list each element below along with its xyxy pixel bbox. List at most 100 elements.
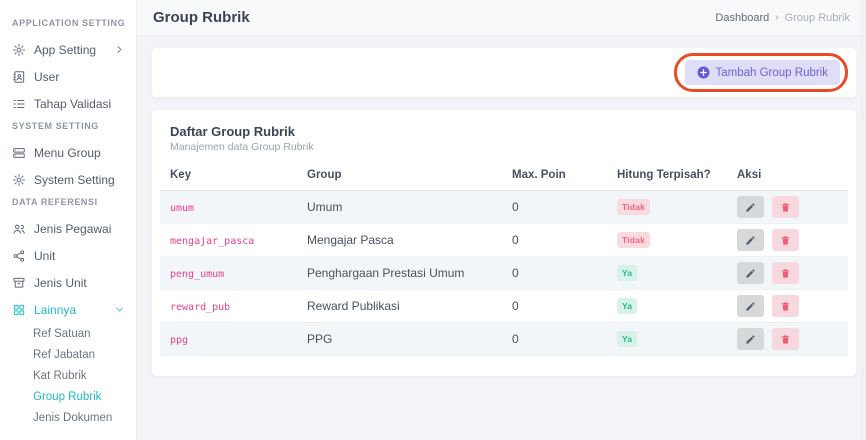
- edit-button[interactable]: [737, 295, 764, 317]
- address-book-icon: [12, 70, 27, 84]
- delete-button[interactable]: [772, 328, 799, 350]
- breadcrumb-dashboard-link[interactable]: Dashboard: [715, 12, 769, 24]
- row-key: umum: [170, 203, 194, 214]
- sidebar-item-app-setting[interactable]: App Setting: [0, 36, 136, 63]
- section-label-data-referensi: DATA REFERENSI: [0, 196, 136, 209]
- status-badge: Tidak: [617, 199, 650, 215]
- row-max-poin: 0: [502, 224, 607, 257]
- users-icon: [12, 222, 27, 236]
- sidebar-item-jenis-unit[interactable]: Jenis Unit: [0, 269, 136, 296]
- col-header-aksi: Aksi: [727, 163, 848, 191]
- trash-icon: [780, 235, 791, 246]
- row-max-poin: 0: [502, 191, 607, 224]
- sidebar-item-menu-group[interactable]: Menu Group: [0, 139, 136, 166]
- trash-icon: [780, 202, 791, 213]
- row-group: Reward Publikasi: [297, 290, 502, 323]
- table-header-row: Key Group Max. Poin Hitung Terpisah? Aks…: [160, 163, 848, 191]
- sidebar-item-system-setting[interactable]: System Setting: [0, 166, 136, 193]
- page-title: Group Rubrik: [153, 9, 250, 26]
- table-row: reward_pub Reward Publikasi 0 Ya: [160, 290, 848, 323]
- row-max-poin: 0: [502, 323, 607, 356]
- sidebar-item-label: Menu Group: [34, 146, 101, 160]
- plus-circle-icon: [697, 66, 710, 79]
- sidebar-item-label: App Setting: [34, 43, 96, 57]
- delete-button[interactable]: [772, 262, 799, 284]
- row-group: PPG: [297, 323, 502, 356]
- sidebar-item-label: Jenis Pegawai: [34, 222, 111, 236]
- content: Tambah Group Rubrik Daftar Group Rubrik …: [137, 36, 866, 390]
- row-max-poin: 0: [502, 257, 607, 290]
- archive-box-icon: [12, 276, 27, 290]
- toolbar-card: Tambah Group Rubrik: [152, 48, 856, 97]
- status-badge: Ya: [617, 265, 637, 281]
- edit-button[interactable]: [737, 196, 764, 218]
- gear-outline-icon: [12, 173, 27, 187]
- table-row: mengajar_pasca Mengajar Pasca 0 Tidak: [160, 224, 848, 257]
- group-rubrik-card: Daftar Group Rubrik Manajemen data Group…: [152, 110, 856, 376]
- pencil-icon: [745, 301, 756, 312]
- row-group: Umum: [297, 191, 502, 224]
- row-key: reward_pub: [170, 302, 230, 313]
- delete-button[interactable]: [772, 229, 799, 251]
- app-window: APPLICATION SETTING App Setting User Tah…: [0, 0, 866, 440]
- sidebar-subitem-jenis-dokumen[interactable]: Jenis Dokumen: [0, 407, 136, 428]
- group-rubrik-table: Key Group Max. Poin Hitung Terpisah? Aks…: [160, 163, 848, 356]
- delete-button[interactable]: [772, 295, 799, 317]
- sidebar: APPLICATION SETTING App Setting User Tah…: [0, 0, 137, 440]
- pencil-icon: [745, 202, 756, 213]
- delete-button[interactable]: [772, 196, 799, 218]
- trash-icon: [780, 334, 791, 345]
- sidebar-item-label: User: [34, 70, 59, 84]
- table-row: umum Umum 0 Tidak: [160, 191, 848, 224]
- section-label-system-setting: SYSTEM SETTING: [0, 120, 136, 133]
- row-max-poin: 0: [502, 290, 607, 323]
- share-nodes-icon: [12, 249, 27, 263]
- pencil-icon: [745, 235, 756, 246]
- breadcrumb: Dashboard › Group Rubrik: [715, 12, 850, 24]
- status-badge: Ya: [617, 331, 637, 347]
- sidebar-item-label: Jenis Unit: [34, 276, 87, 290]
- status-badge: Ya: [617, 298, 637, 314]
- sidebar-subitem-ref-satuan[interactable]: Ref Satuan: [0, 323, 136, 344]
- vertical-scrollbar[interactable]: [860, 0, 866, 440]
- chevron-right-icon: [115, 45, 124, 54]
- pencil-icon: [745, 268, 756, 279]
- card-title: Daftar Group Rubrik: [170, 124, 846, 139]
- sidebar-subitem-group-rubrik[interactable]: Group Rubrik: [0, 386, 136, 407]
- sidebar-item-lainnya[interactable]: Lainnya: [0, 296, 136, 323]
- topbar: Group Rubrik Dashboard › Group Rubrik: [137, 0, 866, 36]
- col-header-hitung-terpisah: Hitung Terpisah?: [607, 163, 727, 191]
- sidebar-item-label: System Setting: [34, 173, 115, 187]
- sidebar-item-label: Tahap Validasi: [34, 97, 111, 111]
- grid-icon: [12, 303, 27, 317]
- chevron-down-icon: [115, 305, 124, 314]
- edit-button[interactable]: [737, 328, 764, 350]
- gear-icon: [12, 43, 27, 57]
- row-group: Mengajar Pasca: [297, 224, 502, 257]
- add-button-label: Tambah Group Rubrik: [716, 67, 829, 79]
- sidebar-item-tahap-validasi[interactable]: Tahap Validasi: [0, 90, 136, 117]
- sidebar-item-user[interactable]: User: [0, 63, 136, 90]
- row-key: ppg: [170, 335, 188, 346]
- card-subtitle: Manajemen data Group Rubrik: [170, 141, 848, 153]
- tambah-group-rubrik-button[interactable]: Tambah Group Rubrik: [685, 60, 841, 85]
- col-header-group: Group: [297, 163, 502, 191]
- list-icon: [12, 97, 27, 111]
- status-badge: Tidak: [617, 232, 650, 248]
- sidebar-item-jenis-pegawai[interactable]: Jenis Pegawai: [0, 215, 136, 242]
- row-key: peng_umum: [170, 269, 224, 280]
- edit-button[interactable]: [737, 262, 764, 284]
- sidebar-subitem-kat-rubrik[interactable]: Kat Rubrik: [0, 365, 136, 386]
- sidebar-item-label: Unit: [34, 249, 55, 263]
- breadcrumb-current: Group Rubrik: [785, 12, 850, 24]
- table-row: ppg PPG 0 Ya: [160, 323, 848, 356]
- section-label-application-setting: APPLICATION SETTING: [0, 17, 136, 30]
- sidebar-subitem-ref-jabatan[interactable]: Ref Jabatan: [0, 344, 136, 365]
- col-header-key: Key: [160, 163, 297, 191]
- sidebar-item-unit[interactable]: Unit: [0, 242, 136, 269]
- pencil-icon: [745, 334, 756, 345]
- trash-icon: [780, 268, 791, 279]
- sidebar-item-label: Lainnya: [34, 303, 76, 317]
- edit-button[interactable]: [737, 229, 764, 251]
- add-button-wrapper: Tambah Group Rubrik: [685, 60, 841, 85]
